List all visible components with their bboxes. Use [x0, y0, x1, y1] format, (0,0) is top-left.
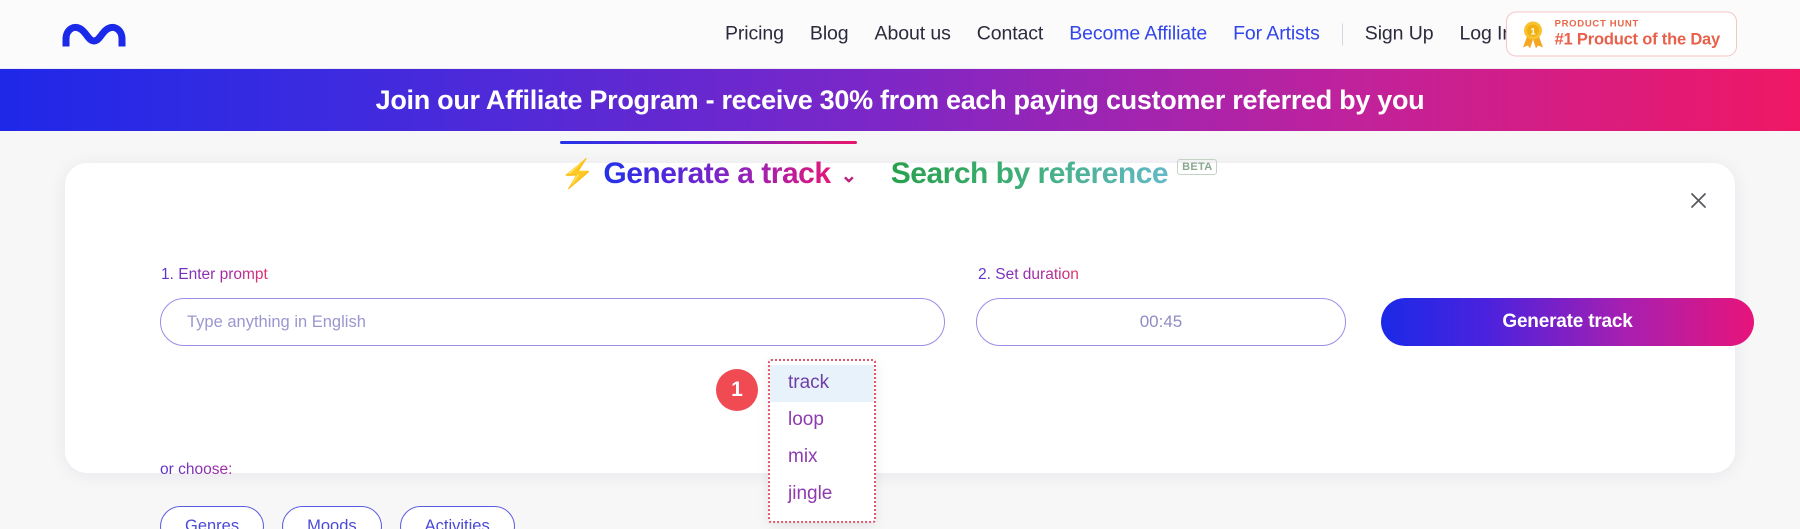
product-hunt-kicker: PRODUCT HUNT [1554, 18, 1639, 30]
site-header: Pricing Blog About us Contact Become Aff… [0, 0, 1800, 69]
lightning-bolt-icon: ⚡ [560, 158, 595, 189]
product-hunt-badge[interactable]: 1 PRODUCT HUNT #1 Product of the Day [1505, 11, 1737, 57]
field-labels-row: 1. Enter prompt 2. Set duration [98, 266, 1702, 290]
duration-field-label: 2. Set duration [978, 266, 1079, 283]
chip-genres[interactable]: Genres [160, 506, 265, 529]
prompt-input[interactable] [160, 298, 945, 346]
track-type-dropdown: track loop mix jingle [768, 359, 876, 523]
main-stage: ⚡ Generate a track ⌄ Search by reference… [0, 131, 1800, 529]
dropdown-item-jingle[interactable]: jingle [770, 476, 874, 513]
step-badge-1: 1 [716, 369, 758, 411]
tab-search-label: Search by reference [890, 157, 1169, 190]
tab-search-by-reference[interactable]: Search by reference BETA [891, 141, 1218, 191]
generator-form: 1. Enter prompt 2. Set duration Generate… [98, 266, 1754, 529]
nav-link-become-affiliate[interactable]: Become Affiliate [1056, 23, 1220, 46]
prompt-field-label: 1. Enter prompt [161, 266, 268, 283]
duration-input[interactable] [976, 298, 1346, 346]
mode-tabs: ⚡ Generate a track ⌄ Search by reference… [560, 141, 1218, 191]
dropdown-item-track[interactable]: track [770, 365, 874, 402]
nav-link-about-us[interactable]: About us [862, 23, 964, 46]
chip-moods[interactable]: Moods [282, 506, 382, 529]
mubert-wave-logo[interactable] [62, 17, 158, 51]
nav-divider [1341, 23, 1343, 45]
affiliate-banner-text: Join our Affiliate Program - receive 30%… [375, 84, 1425, 115]
sign-up-link[interactable]: Sign Up [1352, 23, 1447, 46]
beta-badge: BETA [1177, 159, 1218, 175]
dropdown-item-mix[interactable]: mix [770, 439, 874, 476]
tab-generate-a-track[interactable]: ⚡ Generate a track ⌄ [560, 141, 875, 191]
svg-text:1: 1 [1530, 26, 1535, 36]
chevron-down-icon[interactable]: ⌄ [841, 166, 858, 186]
affiliate-banner[interactable]: Join our Affiliate Program - receive 30%… [0, 69, 1800, 131]
close-icon[interactable] [1683, 185, 1713, 215]
or-choose-label: or choose: [160, 461, 233, 478]
tab-generate-label: Generate a track [603, 157, 831, 190]
inputs-row: Generate track [98, 298, 1754, 346]
product-hunt-title: #1 Product of the Day [1554, 30, 1721, 49]
category-chips: Genres Moods Activities [160, 506, 515, 529]
nav-link-contact[interactable]: Contact [964, 23, 1057, 46]
chip-activities[interactable]: Activities [399, 506, 515, 529]
nav-link-blog[interactable]: Blog [797, 23, 862, 46]
nav-link-pricing[interactable]: Pricing [712, 23, 797, 46]
product-hunt-text: PRODUCT HUNT #1 Product of the Day [1554, 18, 1721, 49]
medal-ribbon-icon: 1 [1522, 21, 1543, 48]
generator-card: ⚡ Generate a track ⌄ Search by reference… [65, 141, 1754, 529]
nav-link-for-artists[interactable]: For Artists [1220, 23, 1333, 46]
main-navigation: Pricing Blog About us Contact Become Aff… [712, 23, 1526, 46]
generate-track-button[interactable]: Generate track [1381, 298, 1754, 346]
dropdown-item-loop[interactable]: loop [770, 402, 874, 439]
